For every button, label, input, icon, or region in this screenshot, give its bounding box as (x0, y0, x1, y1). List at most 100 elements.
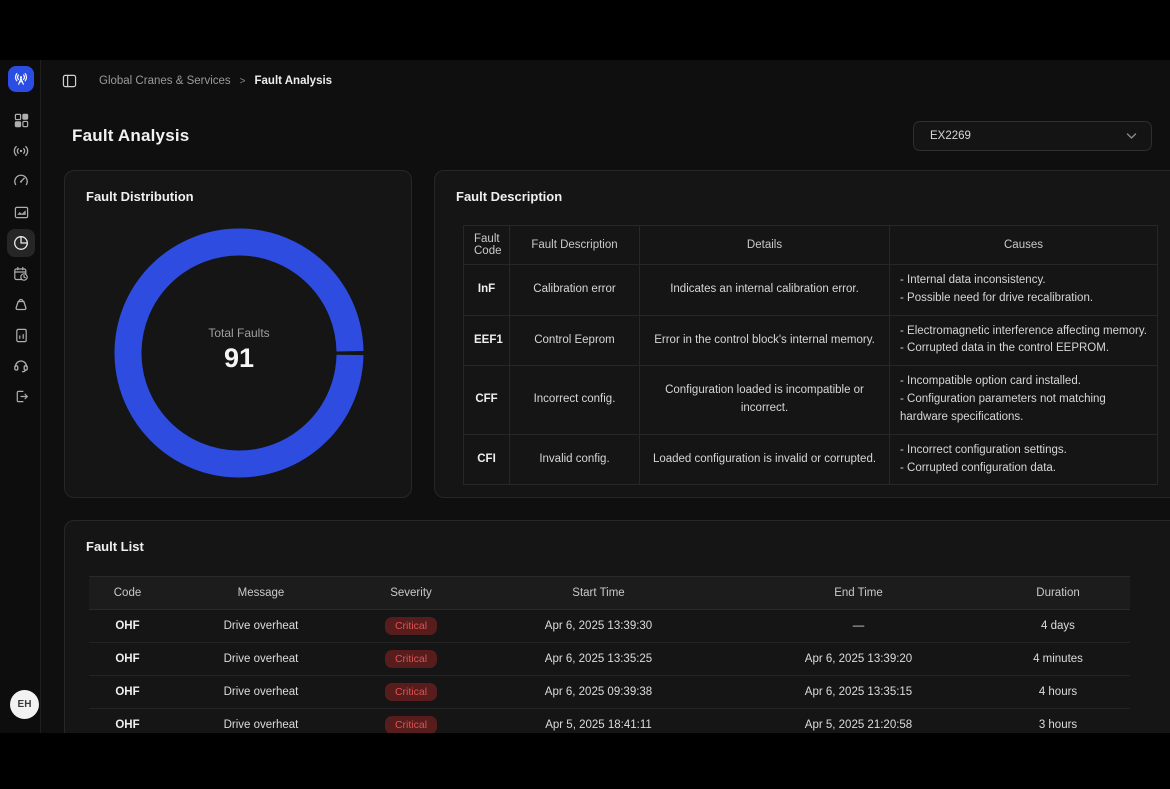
antenna-icon (13, 71, 29, 87)
table-row: EEF1 Control Eeprom Error in the control… (464, 315, 1158, 366)
donut-center-text: Total Faults 91 (109, 326, 369, 374)
col-fault-code: Fault Code (464, 226, 510, 265)
sidebar-item-reports[interactable] (7, 321, 35, 349)
fault-start-time: Apr 6, 2025 09:39:38 (466, 676, 731, 709)
fault-list-card: Fault List Code Message Severity Start T… (64, 520, 1170, 733)
fault-code: CFI (464, 434, 510, 485)
sidebar-item-broadcast[interactable] (7, 137, 35, 165)
fault-end-time: — (731, 610, 986, 643)
sidebar-item-area-chart[interactable] (7, 198, 35, 226)
col-fault-description: Fault Description (510, 226, 640, 265)
fault-list-table: Code Message Severity Start Time End Tim… (89, 576, 1130, 733)
fault-causes: - Incompatible option card installed. - … (890, 366, 1158, 434)
fault-start-time: Apr 6, 2025 13:39:30 (466, 610, 731, 643)
total-faults-label: Total Faults (109, 326, 369, 340)
col-details: Details (640, 226, 890, 265)
col-start-time: Start Time (466, 577, 731, 610)
fault-duration: 4 days (986, 610, 1130, 643)
severity-badge: Critical (385, 650, 437, 668)
fault-code: OHF (89, 643, 166, 676)
sidebar-toggle-icon[interactable] (62, 74, 77, 88)
fault-end-time: Apr 6, 2025 13:39:20 (731, 643, 986, 676)
device-selector-value: EX2269 (930, 130, 1126, 142)
fault-code: CFF (464, 366, 510, 434)
fault-duration: 4 minutes (986, 643, 1130, 676)
fault-name: Incorrect config. (510, 366, 640, 434)
fault-distribution-donut-chart[interactable]: Total Faults 91 (109, 223, 369, 483)
fault-list-title: Fault List (86, 539, 144, 554)
fault-code: OHF (89, 676, 166, 709)
severity-badge: Critical (385, 716, 437, 733)
fault-message: Drive overheat (166, 610, 356, 643)
breadcrumb-root[interactable]: Global Cranes & Services (99, 75, 231, 87)
fault-end-time: Apr 6, 2025 13:35:15 (731, 676, 986, 709)
area-chart-icon (14, 205, 29, 220)
fault-row[interactable]: OHF Drive overheat Critical Apr 6, 2025 … (89, 643, 1130, 676)
table-header-row: Code Message Severity Start Time End Tim… (89, 577, 1130, 610)
fault-code: EEF1 (464, 315, 510, 366)
sidebar-item-dashboard[interactable] (7, 106, 35, 134)
headset-icon (13, 357, 29, 373)
fault-name: Calibration error (510, 265, 640, 316)
fault-description-table: Fault Code Fault Description Details Cau… (463, 225, 1158, 485)
sidebar-item-logout[interactable] (7, 382, 35, 410)
sidebar-item-gauge[interactable] (7, 167, 35, 195)
fault-duration: 4 hours (986, 676, 1130, 709)
table-row: CFI Invalid config. Loaded configuration… (464, 434, 1158, 485)
logout-icon (14, 389, 29, 404)
fault-row[interactable]: OHF Drive overheat Critical Apr 6, 2025 … (89, 610, 1130, 643)
fault-causes: - Incorrect configuration settings. - Co… (890, 434, 1158, 485)
fault-description-title: Fault Description (456, 189, 562, 204)
fault-causes: - Internal data inconsistency. - Possibl… (890, 265, 1158, 316)
col-causes: Causes (890, 226, 1158, 265)
fault-details: Error in the control block's internal me… (640, 315, 890, 366)
page-title: Fault Analysis (72, 126, 189, 146)
table-row: InF Calibration error Indicates an inter… (464, 265, 1158, 316)
main-content: Global Cranes & Services > Fault Analysi… (41, 60, 1170, 733)
breadcrumb-current: Fault Analysis (255, 75, 333, 87)
pie-chart-icon (13, 235, 29, 251)
fault-row[interactable]: OHF Drive overheat Critical Apr 5, 2025 … (89, 709, 1130, 734)
col-duration: Duration (986, 577, 1130, 610)
fault-start-time: Apr 5, 2025 18:41:11 (466, 709, 731, 734)
fault-name: Invalid config. (510, 434, 640, 485)
severity-badge: Critical (385, 617, 437, 635)
breadcrumb: Global Cranes & Services > Fault Analysi… (62, 72, 332, 90)
weight-icon (13, 296, 29, 312)
fault-details: Indicates an internal calibration error. (640, 265, 890, 316)
fault-message: Drive overheat (166, 709, 356, 734)
app-logo[interactable] (8, 66, 34, 92)
app-window: EH Global Cranes & Services > Fault Anal… (0, 60, 1170, 733)
sidebar-item-load-weight[interactable] (7, 290, 35, 318)
fault-name: Control Eeprom (510, 315, 640, 366)
severity-badge: Critical (385, 683, 437, 701)
fault-row[interactable]: OHF Drive overheat Critical Apr 6, 2025 … (89, 676, 1130, 709)
col-severity: Severity (356, 577, 466, 610)
fault-description-card: Fault Description Fault Code Fault Descr… (434, 170, 1170, 498)
fault-details: Loaded configuration is invalid or corru… (640, 434, 890, 485)
broadcast-icon (13, 143, 29, 159)
fault-end-time: Apr 5, 2025 21:20:58 (731, 709, 986, 734)
col-code: Code (89, 577, 166, 610)
fault-distribution-title: Fault Distribution (86, 189, 194, 204)
gauge-icon (13, 173, 29, 189)
fault-causes: - Electromagnetic interference affecting… (890, 315, 1158, 366)
sidebar-item-support[interactable] (7, 351, 35, 379)
device-selector[interactable]: EX2269 (913, 121, 1152, 151)
sidebar-item-schedule[interactable] (7, 260, 35, 288)
user-avatar[interactable]: EH (10, 690, 39, 719)
dashboard-icon (14, 113, 29, 128)
calendar-clock-icon (13, 266, 29, 282)
chevron-down-icon (1126, 132, 1137, 140)
fault-code: OHF (89, 610, 166, 643)
table-row: CFF Incorrect config. Configuration load… (464, 366, 1158, 434)
col-message: Message (166, 577, 356, 610)
table-header-row: Fault Code Fault Description Details Cau… (464, 226, 1158, 265)
sidebar-item-fault-analysis[interactable] (7, 229, 35, 257)
breadcrumb-separator: > (240, 76, 246, 87)
fault-details: Configuration loaded is incompatible or … (640, 366, 890, 434)
document-icon (14, 328, 29, 343)
col-end-time: End Time (731, 577, 986, 610)
fault-code: OHF (89, 709, 166, 734)
fault-message: Drive overheat (166, 643, 356, 676)
